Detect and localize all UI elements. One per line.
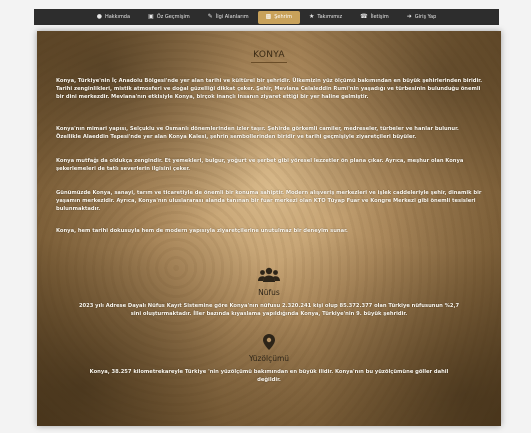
map-pin-icon <box>37 334 501 354</box>
nav-item-hakkimda[interactable]: ● Hakkımda <box>88 9 139 25</box>
phone-icon: ☎ <box>360 13 368 20</box>
pen-icon: ✎ <box>207 13 213 20</box>
area-text: Konya, 38.257 kilometrekareyle Türkiye '… <box>89 369 449 383</box>
architecture-paragraph: Konya'nın mimari yapısı, Selçuklu ve Osm… <box>56 126 459 140</box>
area-title: Yüzölçümü <box>248 354 290 363</box>
nav-item-label: İlgi Alanlarım <box>215 14 249 20</box>
population-title: Nüfus <box>258 288 280 297</box>
nav-item-label: Giriş Yap <box>414 14 437 20</box>
nav-item-label: Şehrim <box>274 14 292 20</box>
economy-paragraph: Günümüzde Konya, sanayi, tarım ve ticare… <box>56 190 482 212</box>
page-title: KONYA <box>253 50 285 60</box>
nav-item-ilgi-alanlarim[interactable]: ✎ İlgi Alanlarım <box>199 9 258 25</box>
nav-item-oz-gecmisim[interactable]: ▣ Öz Geçmişim <box>139 9 199 25</box>
users-icon <box>37 267 501 287</box>
top-navbar: ● Hakkımda ▣ Öz Geçmişim ✎ İlgi Alanları… <box>34 9 499 25</box>
nav-item-giris-yap[interactable]: ➜ Giriş Yap <box>398 9 446 25</box>
nav-item-label: Hakkımda <box>104 14 131 20</box>
nav-item-label: İletişim <box>370 14 389 20</box>
title-underline <box>251 62 287 63</box>
login-icon: ➜ <box>406 13 412 20</box>
parchment-panel: KONYA Konya, Türkiye'nin İç Anadolu Bölg… <box>37 31 501 426</box>
population-text: 2023 yılı Adrese Dayalı Nüfus Kayıt Sist… <box>78 303 460 317</box>
closing-paragraph: Konya, hem tarihi dokusuyla hem de moder… <box>56 228 348 234</box>
city-content: KONYA Konya, Türkiye'nin İç Anadolu Bölg… <box>37 31 501 426</box>
nav-item-label: Takımımız <box>317 14 343 20</box>
user-icon: ● <box>96 13 102 20</box>
id-card-icon: ▣ <box>148 13 154 20</box>
nav-item-label: Öz Geçmişim <box>156 14 190 20</box>
intro-paragraph: Konya, Türkiye'nin İç Anadolu Bölgesi'nd… <box>56 78 483 100</box>
trophy-icon: ★ <box>308 13 315 20</box>
nav-item-takimimiz[interactable]: ★ Takımımız <box>300 9 351 25</box>
city-icon: ▩ <box>265 13 272 20</box>
cuisine-paragraph: Konya mutfağı da oldukça zengindir. Et y… <box>56 158 464 172</box>
nav-item-iletisim[interactable]: ☎ İletişim <box>351 9 398 25</box>
nav-item-sehrim[interactable]: ▩ Şehrim <box>257 10 300 24</box>
